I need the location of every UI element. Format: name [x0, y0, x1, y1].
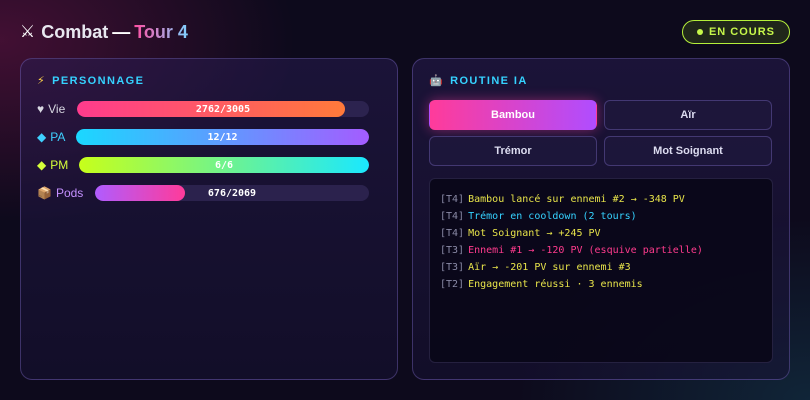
package-icon: 📦 — [37, 186, 52, 200]
log-line: [T4] Mot Soignant → +245 PV — [440, 228, 601, 239]
spell-button-mot-soignant[interactable]: Mot Soignant — [604, 136, 772, 166]
vie-value: 2762/3005 — [195, 103, 251, 115]
diamond-icon: ◆ — [37, 130, 47, 144]
pa-value: 12/12 — [207, 131, 238, 143]
character-panel-title: ⚡ PERSONNAGE — [37, 74, 145, 88]
pods-bar: 676/2069 — [95, 185, 369, 201]
stat-label-pm: ◆ PM — [37, 158, 68, 172]
lightning-icon: ⚡ — [37, 75, 47, 87]
title-separator: — — [112, 21, 131, 42]
log-line: [T4] Trémor en cooldown (2 tours) — [440, 211, 637, 222]
stat-label-pa: ◆ PA — [37, 130, 65, 144]
title-text: Combat — [41, 21, 109, 42]
status-dot-icon — [696, 29, 703, 35]
page-title: ⚔ Combat — Tour 4 — [20, 22, 188, 43]
status-badge: EN COURS — [681, 20, 790, 44]
stat-label-pods: 📦 Pods — [37, 186, 83, 200]
turn-label: Tour 4 — [134, 21, 188, 42]
heart-icon: ♥ — [37, 102, 45, 116]
log-line: [T3] Ennemi #1 → -120 PV (esquive partiel… — [440, 245, 703, 256]
routine-title-text: ROUTINE IA — [450, 74, 528, 87]
stat-row-pa: ◆ PA 12/12 — [37, 129, 369, 145]
robot-icon: 🤖 — [429, 75, 445, 87]
stat-label-text: Vie — [48, 102, 66, 116]
routine-panel-title: 🤖 ROUTINE IA — [429, 74, 528, 88]
combat-log[interactable]: [T4] Bambou lancé sur ennemi #2 → -348 PV… — [429, 178, 773, 363]
stat-row-pm: ◆ PM 6/6 — [37, 157, 369, 173]
stat-label-text: PM — [50, 158, 69, 172]
pm-bar: 6/6 — [79, 157, 369, 173]
header: ⚔ Combat — Tour 4 EN COURS — [20, 18, 790, 46]
status-text: EN COURS — [708, 26, 775, 38]
pm-value: 6/6 — [214, 159, 234, 171]
vie-bar: 2762/3005 — [77, 101, 369, 117]
spell-button-bambou[interactable]: Bambou — [429, 100, 597, 130]
character-title-text: PERSONNAGE — [52, 74, 145, 87]
routine-panel: 🤖 ROUTINE IA Bambou Aïr Trémor Mot Soign… — [412, 58, 790, 380]
diamond-icon: ◆ — [37, 158, 47, 172]
spell-button-tremor[interactable]: Trémor — [429, 136, 597, 166]
pods-value: 676/2069 — [207, 187, 257, 199]
stat-row-pods: 📦 Pods 676/2069 — [37, 185, 369, 201]
spell-button-air[interactable]: Aïr — [604, 100, 772, 130]
log-line: [T4] Bambou lancé sur ennemi #2 → -348 PV — [440, 194, 685, 205]
log-line: [T2] Engagement réussi · 3 ennemis — [440, 279, 643, 290]
stat-row-vie: ♥ Vie 2762/3005 — [37, 101, 369, 117]
stat-label-vie: ♥ Vie — [37, 102, 65, 116]
pa-bar: 12/12 — [76, 129, 369, 145]
stat-label-text: PA — [50, 130, 66, 144]
crossed-swords-icon: ⚔ — [20, 22, 36, 41]
character-panel: ⚡ PERSONNAGE ♥ Vie 2762/3005 ◆ PA 12/12 … — [20, 58, 398, 380]
stat-label-text: Pods — [55, 186, 84, 200]
log-line: [T3] Aïr → -201 PV sur ennemi #3 — [440, 262, 631, 273]
